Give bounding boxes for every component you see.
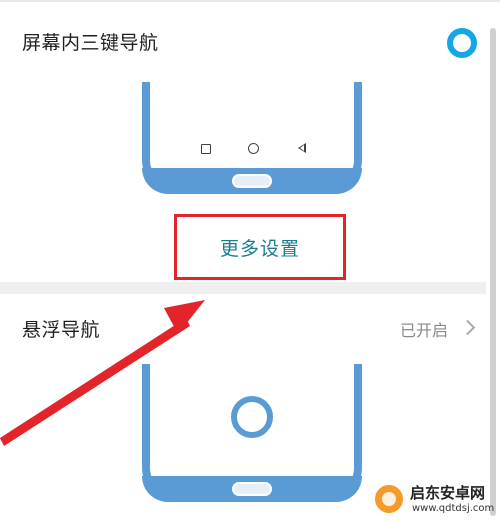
floating-navigation-title: 悬浮导航 <box>22 319 101 341</box>
section-divider <box>0 282 486 294</box>
three-key-navigation-title: 屏幕内三键导航 <box>22 32 159 54</box>
nav-keys-row <box>150 140 354 160</box>
home-button-pill <box>232 482 272 496</box>
phone-bottom-bezel <box>142 476 362 502</box>
more-settings-highlight: 更多设置 <box>174 214 346 280</box>
watermark: 启东安卓网 www.qdtdsj.com <box>372 482 498 520</box>
back-icon <box>298 143 306 153</box>
floating-phone-illustration <box>142 364 362 502</box>
watermark-name: 启东安卓网 <box>410 484 486 502</box>
more-settings-link[interactable]: 更多设置 <box>177 234 343 261</box>
floating-dock-icon <box>231 396 273 438</box>
chevron-right-icon[interactable] <box>459 319 476 336</box>
home-icon <box>248 143 259 154</box>
three-key-phone-illustration <box>142 82 362 194</box>
radio-selected-icon[interactable] <box>447 28 477 58</box>
home-button-pill <box>232 174 272 188</box>
scrollbar[interactable] <box>490 28 496 516</box>
watermark-logo-icon <box>372 482 406 516</box>
recent-apps-icon <box>201 144 211 154</box>
phone-bottom-bezel <box>142 168 362 194</box>
three-key-navigation-option[interactable]: 屏幕内三键导航 更多设置 <box>0 2 486 282</box>
watermark-url: www.qdtdsj.com <box>412 503 495 514</box>
floating-navigation-status: 已开启 <box>400 321 449 340</box>
